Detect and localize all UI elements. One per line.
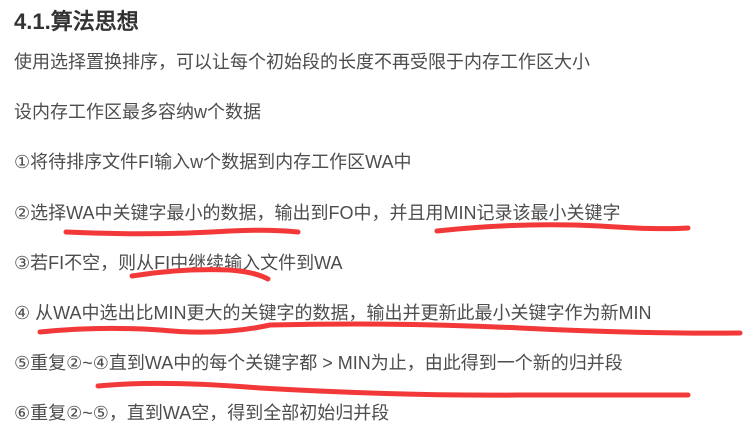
step-3: ③若FI不空，则从FI中继续输入文件到WA — [14, 253, 343, 273]
underline-step2-a — [63, 227, 301, 237]
step-6: ⑥重复②~⑤，直到WA空，得到全部初始归并段 — [14, 403, 390, 423]
step-5: ⑤重复②~④直到WA中的每个关键字都 > MIN为止，由此得到一个新的归并段 — [14, 353, 623, 373]
underline-step5 — [95, 380, 691, 398]
underline-step4 — [37, 321, 743, 336]
section-heading: 4.1.算法思想 — [14, 9, 139, 34]
step-2: ②选择WA中关键字最小的数据，输出到FO中，并且用MIN记录该最小关键字 — [14, 203, 621, 223]
underline-step2-b — [434, 222, 691, 234]
step-4: ④ 从WA中选出比MIN更大的关键字的数据，输出并更新此最小关键字作为新MIN — [14, 303, 652, 323]
step-1: ①将待排序文件FI输入w个数据到内存工作区WA中 — [14, 152, 412, 172]
paragraph-intro: 使用选择置换排序，可以让每个初始段的长度不再受限于内存工作区大小 — [14, 52, 590, 72]
paragraph-workspace: 设内存工作区最多容纳w个数据 — [14, 102, 261, 122]
